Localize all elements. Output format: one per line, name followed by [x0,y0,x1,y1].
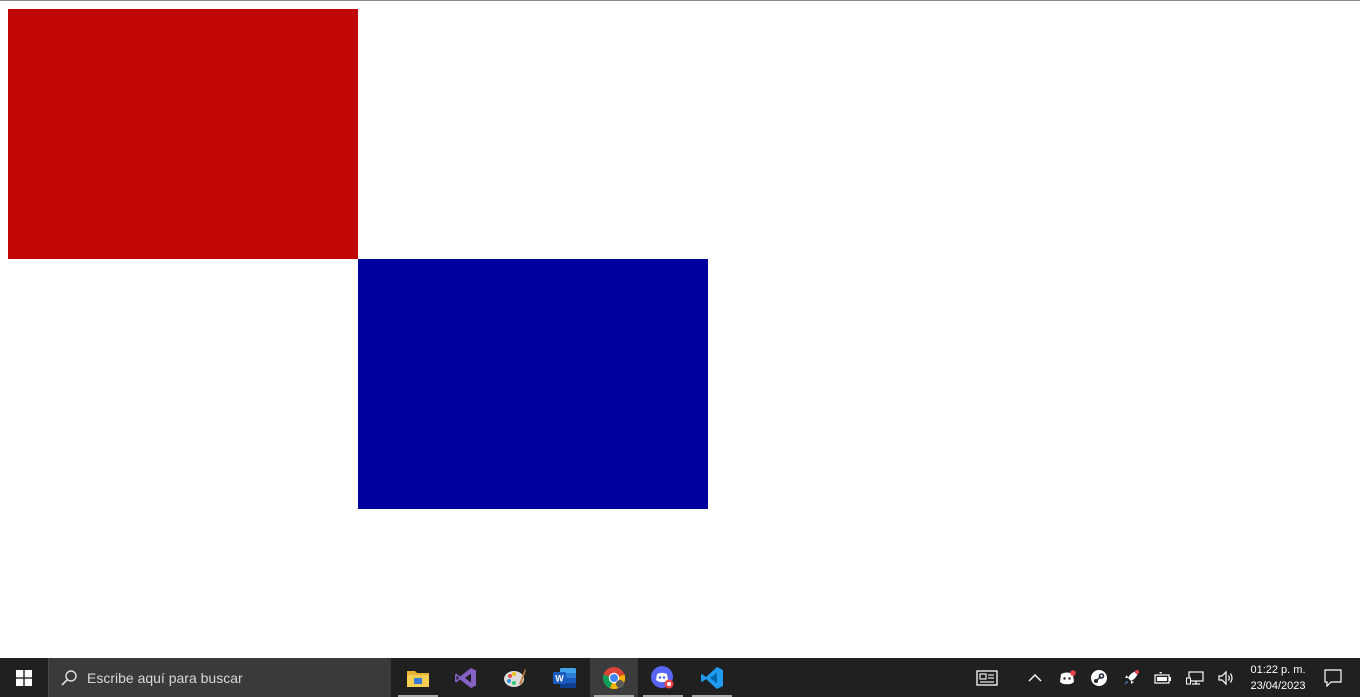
taskbar-app-word[interactable]: W [541,658,589,697]
chevron-up-icon [1028,673,1042,681]
notification-icon [1324,668,1342,687]
tray-discord[interactable] [1054,658,1080,697]
word-icon: W [553,667,576,688]
taskbar-app-vscode[interactable] [688,658,736,697]
screen: Escribe aquí para buscar W 01:22 p. m. 2… [0,0,1360,697]
file-explorer-icon [407,670,429,687]
tray-network[interactable] [1182,658,1208,697]
clock-date: 23/04/2023 [1250,679,1306,692]
taskbar-app-file-explorer[interactable] [394,658,442,697]
taskbar-app-discord[interactable] [639,658,687,697]
svg-text:W: W [555,673,564,683]
taskbar-search-box[interactable]: Escribe aquí para buscar [48,658,391,697]
news-icon [976,669,998,686]
blue-box [358,259,708,509]
show-hidden-icons-button[interactable] [1022,658,1048,697]
search-placeholder: Escribe aquí para buscar [87,669,243,686]
taskbar-app-chrome[interactable] [590,658,638,697]
news-widget-button[interactable] [968,658,1006,697]
volume-icon [1218,670,1233,685]
paint-icon [504,668,526,687]
rocket-icon [1124,669,1139,685]
tray-steam[interactable] [1086,658,1112,697]
tray-rocket-app[interactable] [1118,658,1144,697]
tray-volume[interactable] [1214,658,1240,697]
taskbar-app-paint[interactable] [491,658,539,697]
visual-studio-icon [455,667,476,688]
notification-center-button[interactable] [1316,658,1350,697]
start-button[interactable] [0,658,48,697]
discord-tray-icon [1060,669,1076,684]
windows-logo-icon [16,669,32,686]
tray-battery[interactable] [1150,658,1176,697]
clock-time: 01:22 p. m. [1250,663,1306,676]
red-box [8,9,358,259]
taskbar-app-visual-studio[interactable] [442,658,490,697]
network-icon [1186,670,1204,685]
steam-icon [1091,669,1107,686]
browser-content-area [0,1,1360,658]
chrome-icon [602,666,626,689]
search-icon [49,658,89,697]
vscode-icon [701,666,723,689]
battery-icon [1154,671,1171,684]
taskbar-clock[interactable]: 01:22 p. m. 23/04/2023 [1238,658,1318,697]
taskbar: Escribe aquí para buscar W 01:22 p. m. 2… [0,658,1360,697]
discord-app-icon [651,665,674,688]
